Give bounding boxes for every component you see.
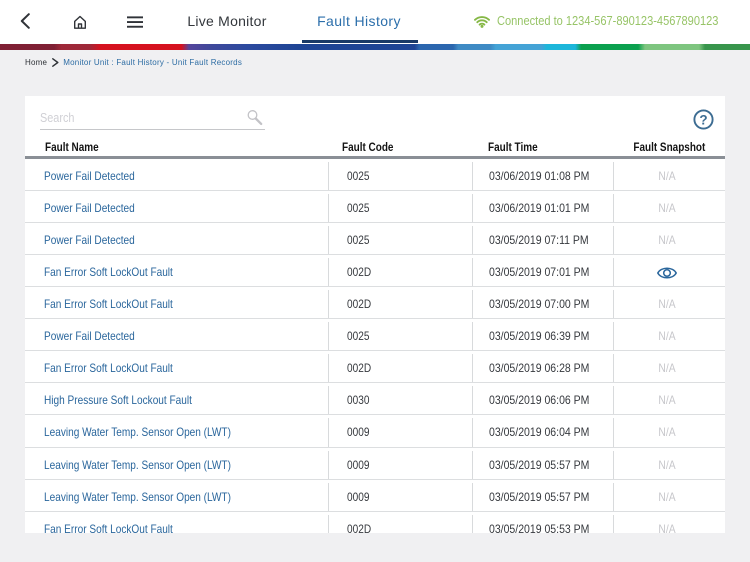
svg-text:?: ? — [699, 112, 707, 127]
